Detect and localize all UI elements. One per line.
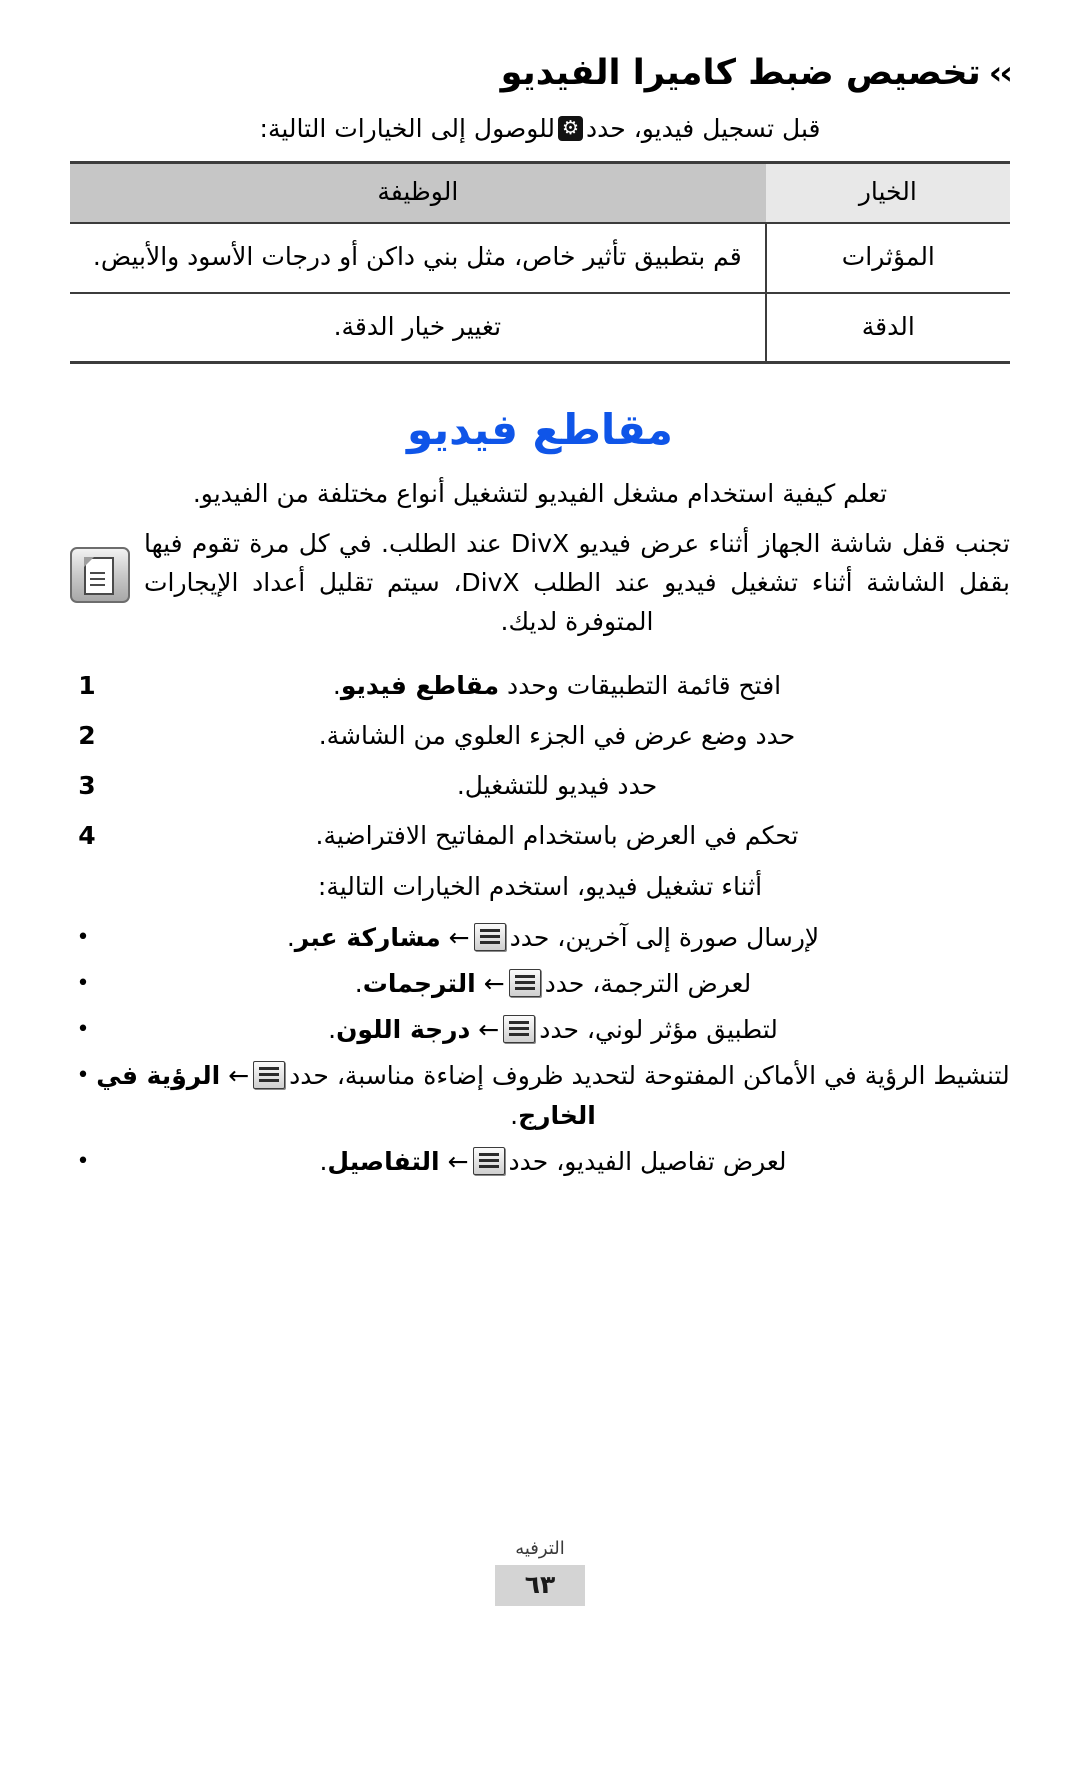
bullet-text-after: .: [328, 1015, 337, 1045]
chevron-double-right-icon: ››: [988, 53, 1013, 92]
bullet-icon: •: [76, 1149, 90, 1175]
bullet-text: لعرض الترجمة، حدد ← الترجمات.: [96, 964, 1010, 1004]
step-text-emphasis: مقاطع فيديو: [340, 670, 500, 700]
step-text: تحكم في العرض باستخدام المفاتيح الافتراض…: [315, 820, 799, 850]
list-item: • لعرض الترجمة، حدد ← الترجمات.: [70, 964, 1010, 1004]
menu-key-icon: [253, 1061, 286, 1090]
step-number: 1: [78, 670, 96, 700]
chapter-heading: مقاطع فيديو: [407, 405, 673, 454]
column-header-function: الوظيفة: [70, 160, 766, 224]
table-row: المؤثرات قم بتطبيق تأثير خاص، مثل بني دا…: [70, 223, 1010, 294]
arrow-icon: ←: [228, 1061, 250, 1091]
step-number: 4: [78, 820, 96, 850]
note-icon: [70, 547, 130, 604]
bullet-text-after: .: [286, 923, 295, 953]
list-item: • لإرسال صورة إلى آخرين، حدد ← مشاركة عبر…: [70, 918, 1010, 958]
bullets-intro-paragraph: أثناء تشغيل فيديو، استخدم الخيارات التال…: [317, 871, 763, 901]
cell-option: الدقة: [764, 292, 1010, 364]
cell-option: المؤثرات: [764, 223, 1010, 294]
cell-function: قم بتطبيق تأثير خاص، مثل بني داكن أو درج…: [70, 223, 766, 294]
list-item: 2 حدد وضع عرض في الجزء العلوي من الشاشة.: [70, 716, 1010, 756]
step-text-part: افتح قائمة التطبيقات وحدد: [499, 670, 782, 700]
note-callout: تجنب قفل شاشة الجهاز أثناء عرض فيديو Div…: [70, 525, 1010, 641]
intro-text-before: قبل تسجيل فيديو، حدد: [586, 113, 821, 143]
bullet-text: لعرض تفاصيل الفيديو، حدد ← التفاصيل.: [96, 1142, 1010, 1182]
step-number: 3: [78, 770, 96, 800]
bullet-text-before: لإرسال صورة إلى آخرين، حدد: [509, 923, 820, 953]
bullet-text: لتطبيق مؤثر لوني، حدد ← درجة اللون.: [96, 1010, 1010, 1050]
arrow-icon: ←: [447, 1147, 469, 1177]
step-text: افتح قائمة التطبيقات وحدد مقاطع فيديو.: [104, 666, 1010, 706]
bullet-text-after: .: [354, 969, 363, 999]
note-text: تجنب قفل شاشة الجهاز أثناء عرض فيديو Div…: [144, 529, 1011, 636]
arrow-icon: ←: [483, 969, 505, 999]
bullet-icon: •: [76, 925, 90, 951]
section-heading-text: تخصيص ضبط كاميرا الفيديو: [500, 53, 981, 93]
manual-page: ›› تخصيص ضبط كاميرا الفيديو قبل تسجيل في…: [0, 0, 1080, 1771]
list-item: • لتطبيق مؤثر لوني، حدد ← درجة اللون.: [70, 1010, 1010, 1050]
bullet-option-label: درجة اللون: [336, 1015, 471, 1045]
intro-text-after: للوصول إلى الخيارات التالية:: [259, 113, 556, 143]
bullet-text: لتنشيط الرؤية في الأماكن المفتوحة لتحديد…: [96, 1056, 1010, 1136]
gear-icon: [558, 115, 584, 141]
list-item: • لتنشيط الرؤية في الأماكن المفتوحة لتحد…: [70, 1056, 1010, 1136]
bullet-option-label: الترجمات: [362, 969, 476, 999]
arrow-icon: ←: [478, 1015, 500, 1045]
menu-key-icon: [473, 923, 506, 952]
table-body: المؤثرات قم بتطبيق تأثير خاص، مثل بني دا…: [70, 223, 1010, 364]
steps-list: 1 افتح قائمة التطبيقات وحدد مقاطع فيديو.…: [70, 666, 1010, 856]
page-number: ٦٣: [495, 1565, 585, 1606]
bullet-option-label: التفاصيل: [327, 1147, 440, 1177]
bullet-text-before: لتنشيط الرؤية في الأماكن المفتوحة لتحديد…: [289, 1061, 1010, 1091]
menu-key-icon: [472, 1147, 505, 1176]
list-item: • لعرض تفاصيل الفيديو، حدد ← التفاصيل.: [70, 1142, 1010, 1182]
section-intro-paragraph: قبل تسجيل فيديو، حدد للوصول إلى الخيارات …: [70, 110, 1010, 149]
table-header: الخيار الوظيفة: [70, 160, 1010, 224]
table-row: الدقة تغيير خيار الدقة.: [70, 292, 1010, 364]
list-item: 1 افتح قائمة التطبيقات وحدد مقاطع فيديو.: [70, 666, 1010, 706]
camcorder-options-table: الخيار الوظيفة المؤثرات قم بتطبيق تأثير …: [70, 160, 1010, 364]
step-number: 2: [78, 720, 96, 750]
cell-function: تغيير خيار الدقة.: [70, 292, 766, 364]
playback-options-list: • لإرسال صورة إلى آخرين، حدد ← مشاركة عبر…: [70, 918, 1010, 1182]
chapter-intro-paragraph: تعلم كيفية استخدام مشغل الفيديو لتشغيل أ…: [192, 478, 888, 508]
step-text-part: .: [332, 670, 341, 700]
table-header-row: الخيار الوظيفة: [70, 160, 1010, 224]
note-page-glyph: [84, 557, 114, 596]
menu-key-icon: [503, 1015, 536, 1044]
section-heading: ›› تخصيص ضبط كاميرا الفيديو: [70, 52, 1013, 96]
page-content: ›› تخصيص ضبط كاميرا الفيديو قبل تسجيل في…: [70, 52, 1013, 1188]
list-item: 3 حدد فيديو للتشغيل.: [70, 766, 1010, 806]
bullet-icon: •: [76, 1063, 90, 1089]
bullet-text-after: .: [510, 1101, 519, 1131]
step-text: حدد فيديو للتشغيل.: [456, 770, 658, 800]
menu-key-icon: [508, 969, 541, 998]
page-footer: الترفيه ٦٣: [0, 1538, 1080, 1606]
bullet-option-label: مشاركة عبر: [294, 923, 441, 953]
column-header-option: الخيار: [765, 160, 1010, 224]
step-text: حدد وضع عرض في الجزء العلوي من الشاشة.: [318, 720, 796, 750]
list-item: 4 تحكم في العرض باستخدام المفاتيح الافتر…: [70, 816, 1010, 856]
footer-chapter-label: الترفيه: [515, 1538, 565, 1559]
bullet-icon: •: [76, 971, 90, 997]
arrow-icon: ←: [448, 923, 470, 953]
bullet-icon: •: [76, 1017, 90, 1043]
bullet-text-before: لعرض الترجمة، حدد: [544, 969, 752, 999]
bullet-text-before: لعرض تفاصيل الفيديو، حدد: [508, 1147, 787, 1177]
bullet-text: لإرسال صورة إلى آخرين، حدد ← مشاركة عبر.: [96, 918, 1010, 958]
bullet-text-before: لتطبيق مؤثر لوني، حدد: [539, 1015, 778, 1045]
